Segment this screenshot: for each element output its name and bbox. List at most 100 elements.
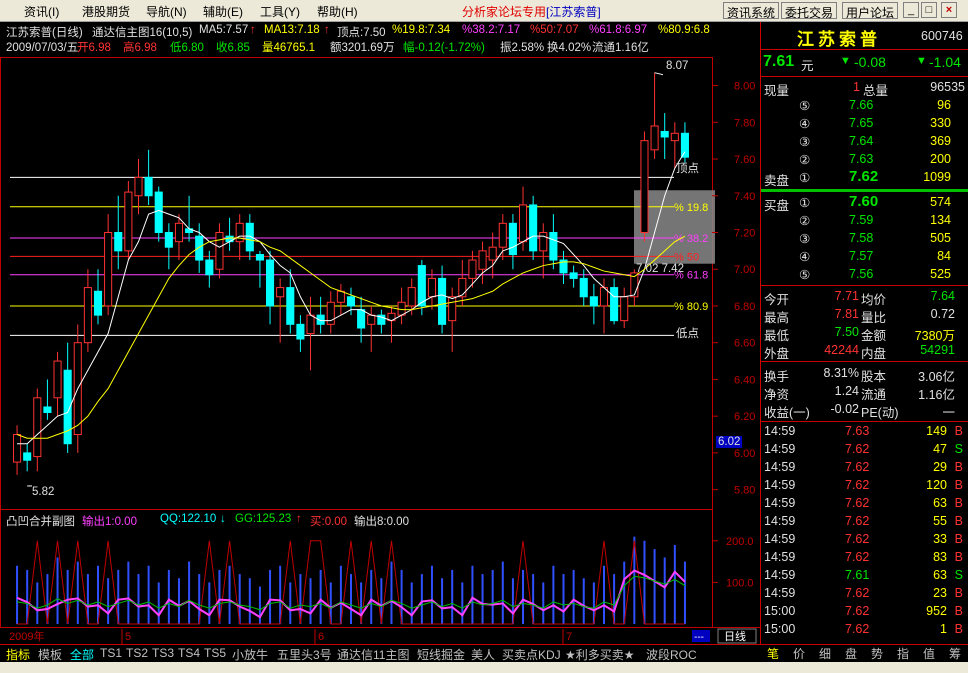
candle[interactable] xyxy=(559,250,568,284)
candle[interactable] xyxy=(255,250,264,288)
candle[interactable] xyxy=(154,186,163,242)
candle[interactable] xyxy=(215,223,224,279)
candle[interactable] xyxy=(296,315,305,352)
dash-label[interactable]: --- xyxy=(694,632,704,643)
indicator-tab[interactable]: TS4 xyxy=(178,646,200,660)
candle[interactable] xyxy=(488,232,497,279)
indicator-tab[interactable]: 指标 xyxy=(6,646,30,663)
ask-row[interactable]: ② 7.63 200 xyxy=(761,151,968,169)
candle[interactable] xyxy=(508,214,517,270)
candle[interactable] xyxy=(498,214,507,261)
quote-tab[interactable]: 指 xyxy=(890,645,916,662)
candle[interactable] xyxy=(367,305,376,352)
candle[interactable] xyxy=(387,305,396,343)
candle[interactable] xyxy=(306,296,315,371)
indicator-tab[interactable]: TS2 xyxy=(126,646,148,660)
quote-tab[interactable]: 筹 xyxy=(942,645,968,662)
candle[interactable] xyxy=(589,283,598,325)
indicator-tab[interactable]: ★利多买卖★ xyxy=(565,646,635,663)
candle[interactable] xyxy=(438,265,447,334)
candle[interactable] xyxy=(83,269,92,352)
candle[interactable] xyxy=(104,214,113,316)
indicator-tab[interactable]: 小放牛 xyxy=(232,646,268,663)
menu-hk-futures[interactable]: 港股期货 xyxy=(82,3,130,20)
bid-row[interactable]: ② 7.59 134 xyxy=(761,212,968,230)
quote-tab[interactable]: 势 xyxy=(864,645,890,662)
bid-row[interactable]: ④ 7.57 84 xyxy=(761,248,968,266)
candle[interactable] xyxy=(134,159,143,215)
candle[interactable] xyxy=(529,195,538,261)
minimize-button[interactable]: _ xyxy=(903,2,919,18)
chart-area[interactable]: 8.00 7.80 7.60 7.40 7.20 7.00 6.80 6.60 6.40 6.20… xyxy=(0,22,760,644)
quote-tab[interactable]: 值 xyxy=(916,645,942,662)
maximize-button[interactable]: □ xyxy=(921,2,937,18)
candle[interactable] xyxy=(316,296,325,334)
candle[interactable] xyxy=(93,269,103,325)
menu-news[interactable]: 资讯(I) xyxy=(24,3,59,20)
menu-tools[interactable]: 工具(Y) xyxy=(260,3,300,20)
quote-tab[interactable]: 盘 xyxy=(838,645,864,662)
indicator-tab[interactable]: 五里头3号 xyxy=(277,646,332,663)
indicator-tab[interactable]: 通达信11主图 xyxy=(337,646,409,663)
news-system-button[interactable]: 资讯系统 xyxy=(723,2,780,20)
trade-button[interactable]: 委托交易 xyxy=(781,2,838,20)
quote-tab[interactable]: 价 xyxy=(786,645,812,662)
indicator-tab[interactable]: 全部 xyxy=(70,646,94,663)
candle[interactable] xyxy=(164,223,173,270)
candle[interactable] xyxy=(427,269,436,310)
candle[interactable] xyxy=(397,287,406,325)
candle[interactable] xyxy=(276,278,285,343)
candle[interactable] xyxy=(650,72,659,160)
candle[interactable] xyxy=(266,250,275,325)
forum-button[interactable]: 用户论坛 xyxy=(842,2,899,20)
candle[interactable] xyxy=(185,195,194,242)
quote-tab[interactable]: 笔 xyxy=(760,645,786,662)
candle[interactable] xyxy=(63,342,72,453)
quote-tab[interactable]: 细 xyxy=(812,645,838,662)
candle[interactable] xyxy=(336,283,345,316)
indicator-tab[interactable]: 短线掘金 xyxy=(417,646,465,663)
menu-navigate[interactable]: 导航(N) xyxy=(146,3,187,20)
candle[interactable] xyxy=(326,291,335,334)
candle[interactable] xyxy=(620,287,629,328)
candle[interactable] xyxy=(33,388,42,472)
candle[interactable] xyxy=(225,217,234,251)
candle[interactable] xyxy=(144,149,153,205)
ask-row[interactable]: ⑤ 7.66 96 xyxy=(761,97,968,115)
candle[interactable] xyxy=(23,443,32,472)
ask-row[interactable]: 卖盘 ① 7.62 1099 xyxy=(761,168,968,188)
candle[interactable] xyxy=(458,260,467,306)
candle[interactable] xyxy=(377,309,386,334)
candle[interactable] xyxy=(195,223,204,273)
indicator-tab[interactable]: 美人 xyxy=(471,646,495,663)
candle[interactable] xyxy=(53,351,62,417)
indicator-tab[interactable]: 波段ROC xyxy=(646,646,697,663)
candle[interactable] xyxy=(640,131,649,242)
candle[interactable] xyxy=(124,181,133,261)
candle[interactable] xyxy=(660,113,669,160)
indicator-tab[interactable]: TS1 xyxy=(100,646,122,660)
candle[interactable] xyxy=(43,379,52,420)
ask-row[interactable]: ④ 7.65 330 xyxy=(761,115,968,133)
indicator-tab[interactable]: 模板 xyxy=(38,646,62,663)
candle[interactable] xyxy=(610,278,619,325)
menu-assist[interactable]: 辅助(E) xyxy=(203,3,243,20)
candle[interactable] xyxy=(599,278,609,334)
sub-bar xyxy=(258,586,261,624)
candle[interactable] xyxy=(569,265,578,288)
candle[interactable] xyxy=(478,241,487,284)
close-button[interactable]: × xyxy=(941,2,957,18)
bid-row[interactable]: ③ 7.58 505 xyxy=(761,230,968,248)
candle[interactable] xyxy=(539,223,548,279)
candle[interactable] xyxy=(13,425,22,475)
menu-help[interactable]: 帮助(H) xyxy=(317,3,358,20)
price-chart[interactable]: 8.00 7.80 7.60 7.40 7.20 7.00 6.80 6.60 6.40 6.20… xyxy=(0,22,760,644)
bid-row[interactable]: 买盘 ① 7.60 574 xyxy=(761,193,968,213)
indicator-tab[interactable]: TS3 xyxy=(152,646,174,660)
indicator-tab[interactable]: TS5 xyxy=(204,646,226,660)
indicator-tab[interactable]: 买卖点KDJ xyxy=(502,646,561,663)
period-label[interactable]: 日线 xyxy=(724,629,746,643)
bid-row[interactable]: ⑤ 7.56 525 xyxy=(761,266,968,284)
candle[interactable] xyxy=(549,214,558,270)
ask-row[interactable]: ③ 7.64 369 xyxy=(761,133,968,151)
